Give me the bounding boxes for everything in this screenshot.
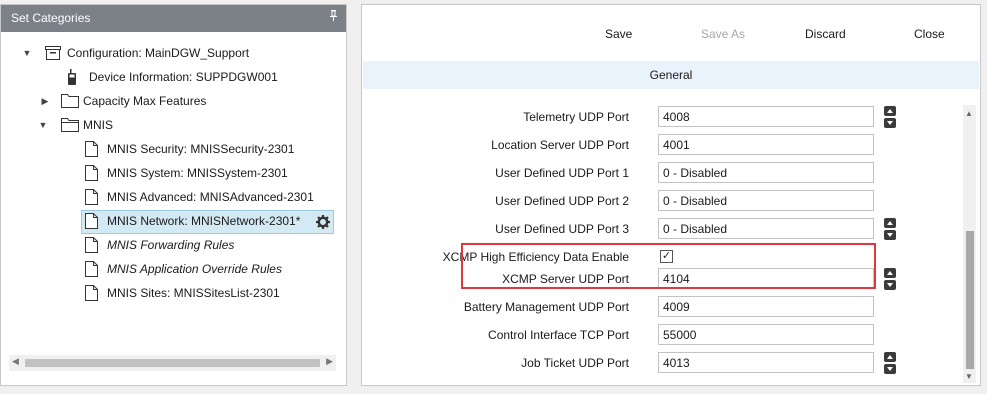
panel-title: Set Categories [11,11,91,25]
document-icon [85,165,98,188]
category-tree: ▼ Configuration: MainDGW_Support Device In… [1,32,346,306]
vertical-scrollbar[interactable]: ▲ ▼ [963,105,976,383]
scroll-up-icon[interactable]: ▲ [965,109,973,118]
xcmp-highlight-box [461,243,876,289]
increment-icon[interactable] [884,106,896,116]
form-row: Telemetry UDP Port [362,106,962,130]
tree-item-label: MNIS [83,118,113,132]
section-header-general[interactable]: General [363,61,979,89]
increment-icon[interactable] [884,218,896,228]
field-label: Job Ticket UDP Port [521,356,629,370]
port-input[interactable] [658,296,874,317]
field-label: User Defined UDP Port 1 [495,166,629,180]
scroll-down-icon[interactable]: ▼ [965,372,973,381]
port-stepper[interactable] [884,352,896,374]
tree-item-label: MNIS Security: MNISSecurity-2301 [107,142,295,156]
gear-icon[interactable] [316,214,330,236]
port-input[interactable] [658,324,874,345]
document-icon [85,285,98,308]
panel-title-bar: Set Categories [1,5,346,32]
folder-open-icon [61,117,79,139]
tree-item[interactable]: MNIS Security: MNISSecurity-2301 [1,138,346,162]
document-icon [85,261,98,284]
folder-icon [61,93,79,115]
form-row: User Defined UDP Port 1 [362,162,962,186]
tree-item-label: Device Information: SUPPDGW001 [89,70,278,84]
tree-item-label: MNIS Advanced: MNISAdvanced-2301 [107,190,314,204]
decrement-icon[interactable] [884,280,896,290]
tree-item-label: MNIS Sites: MNISSitesList-2301 [107,286,280,300]
field-label: Battery Management UDP Port [463,300,629,314]
collapse-arrow-icon[interactable]: ▼ [21,42,33,64]
collapse-arrow-icon[interactable]: ▼ [37,114,49,136]
port-input[interactable] [658,218,874,239]
device-icon [67,69,77,92]
scroll-left-icon[interactable]: ◀ [12,356,19,367]
settings-panel: Save Save As Discard Close General Telem… [361,4,981,386]
tree-item[interactable]: MNIS Advanced: MNISAdvanced-2301 [1,186,346,210]
tree-item[interactable]: Device Information: SUPPDGW001 [1,66,346,90]
tree-item[interactable]: MNIS Forwarding Rules [1,234,346,258]
port-input[interactable] [658,190,874,211]
save-button[interactable]: Save [605,27,632,41]
tree-item[interactable]: MNIS Application Override Rules [1,258,346,282]
form-row: User Defined UDP Port 3 [362,218,962,242]
field-label: Location Server UDP Port [491,138,629,152]
port-input[interactable] [658,162,874,183]
tree-item-label: Configuration: MainDGW_Support [67,46,250,60]
decrement-icon[interactable] [884,118,896,128]
document-icon [85,237,98,260]
pin-icon[interactable] [329,10,338,24]
document-icon [85,141,98,164]
tree-item[interactable]: MNIS System: MNISSystem-2301 [1,162,346,186]
form-row: Job Ticket UDP Port [362,352,962,376]
field-label: Telemetry UDP Port [523,110,629,124]
port-stepper[interactable] [884,268,896,290]
document-icon [85,213,98,236]
tree-item[interactable]: MNIS Network: MNISNetwork-2301* [1,210,346,234]
configuration-icon [45,45,61,67]
port-input[interactable] [658,106,874,127]
form-row: Battery Management UDP Port [362,296,962,320]
form-row: User Defined UDP Port 2 [362,190,962,214]
port-input[interactable] [658,352,874,373]
field-label: Control Interface TCP Port [488,328,629,342]
scrollbar-thumb[interactable] [25,359,320,367]
document-icon [85,189,98,212]
port-input[interactable] [658,134,874,155]
port-stepper[interactable] [884,218,896,240]
set-categories-panel: Set Categories ▼ Configuration: MainDGW_S… [0,4,347,386]
scrollbar-thumb[interactable] [966,231,974,369]
field-label: User Defined UDP Port 2 [495,194,629,208]
decrement-icon[interactable] [884,230,896,240]
field-label: User Defined UDP Port 3 [495,222,629,236]
tree-item[interactable]: ▼ Configuration: MainDGW_Support [1,42,346,66]
tree-item-label: MNIS System: MNISSystem-2301 [107,166,288,180]
form-row: Location Server UDP Port [362,134,962,158]
tree-item-label: Capacity Max Features [83,94,207,108]
toolbar: Save Save As Discard Close [362,5,980,61]
increment-icon[interactable] [884,268,896,278]
horizontal-scrollbar[interactable]: ◀ ▶ [9,355,336,371]
port-stepper[interactable] [884,106,896,128]
save-as-button[interactable]: Save As [701,27,745,41]
increment-icon[interactable] [884,352,896,362]
tree-item[interactable]: ▼ MNIS [1,114,346,138]
decrement-icon[interactable] [884,364,896,374]
tree-item[interactable]: MNIS Sites: MNISSitesList-2301 [1,282,346,306]
close-button[interactable]: Close [914,27,945,41]
form-row: Control Interface TCP Port [362,324,962,348]
scroll-right-icon[interactable]: ▶ [326,356,333,367]
tree-item[interactable]: ▶ Capacity Max Features [1,90,346,114]
expand-arrow-icon[interactable]: ▶ [39,90,51,112]
tree-item-label: MNIS Forwarding Rules [107,238,235,252]
tree-item-label: MNIS Application Override Rules [107,262,282,276]
discard-button[interactable]: Discard [805,27,846,41]
tree-item-label: MNIS Network: MNISNetwork-2301* [107,214,301,228]
